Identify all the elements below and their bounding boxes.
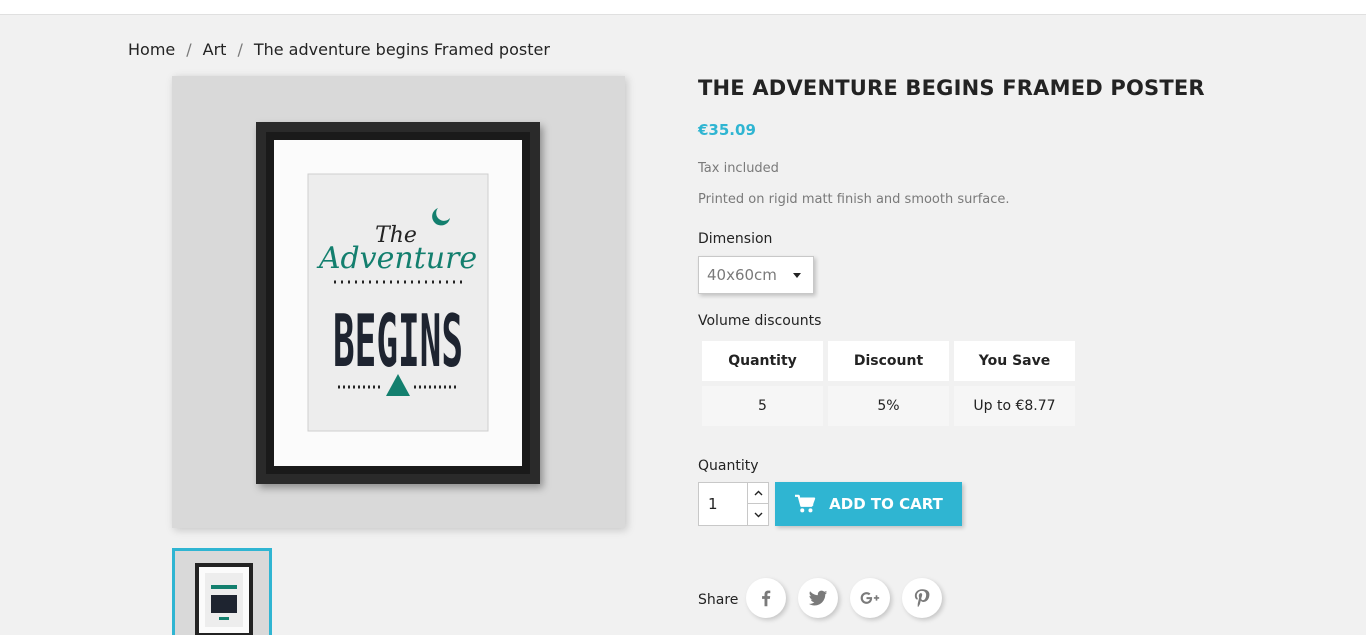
dimension-label: Dimension (698, 231, 773, 247)
share-label: Share (698, 592, 739, 608)
breadcrumb-separator: / (186, 40, 192, 59)
tax-note: Tax included (698, 161, 779, 176)
table-cell-you-save: Up to €8.77 (954, 386, 1075, 426)
table-header-quantity: Quantity (702, 341, 823, 381)
poster-text-begins: BEGINS (333, 299, 463, 383)
table-header-discount: Discount (828, 341, 949, 381)
product-title: THE ADVENTURE BEGINS FRAMED POSTER (698, 76, 1205, 100)
share-facebook-button[interactable] (746, 578, 786, 618)
table-cell-discount: 5% (828, 386, 949, 426)
dimension-selected-value: 40x60cm (707, 266, 777, 284)
share-google-plus-button[interactable] (850, 578, 890, 618)
chevron-down-icon (754, 512, 762, 517)
add-to-cart-label: ADD TO CART (829, 495, 943, 513)
breadcrumb-home[interactable]: Home (128, 40, 175, 59)
chevron-up-icon (754, 490, 762, 496)
add-to-cart-button[interactable]: ADD TO CART (775, 482, 962, 526)
shopping-cart-icon (795, 494, 816, 513)
breadcrumb: Home / Art / The adventure begins Framed… (128, 40, 550, 59)
quantity-decrement-button[interactable] (747, 504, 768, 525)
product-thumbnail[interactable] (172, 548, 272, 635)
share-pinterest-button[interactable] (902, 578, 942, 618)
volume-discounts-table: Quantity Discount You Save 5 5% Up to €8… (702, 341, 1080, 426)
poster-text-adventure: Adventure (316, 241, 477, 276)
breadcrumb-current: The adventure begins Framed poster (253, 40, 550, 59)
quantity-increment-button[interactable] (747, 483, 768, 504)
table-header-row: Quantity Discount You Save (702, 341, 1080, 381)
product-price: €35.09 (698, 121, 756, 139)
table-row: 5 5% Up to €8.77 (702, 386, 1080, 426)
dimension-select[interactable]: 40x60cm (698, 256, 814, 294)
quantity-input[interactable] (699, 483, 747, 525)
twitter-icon (808, 590, 828, 606)
breadcrumb-separator: / (237, 40, 243, 59)
product-description: Printed on rigid matt finish and smooth … (698, 192, 1010, 207)
breadcrumb-art[interactable]: Art (203, 40, 227, 59)
google-plus-icon (860, 592, 880, 604)
poster-thumbnail-image (195, 563, 253, 635)
table-cell-quantity: 5 (702, 386, 823, 426)
framed-poster-image: The Adventure BEGINS (256, 122, 540, 484)
pinterest-icon (914, 589, 930, 608)
facebook-icon (762, 590, 771, 607)
share-twitter-button[interactable] (798, 578, 838, 618)
product-main-image[interactable]: The Adventure BEGINS (172, 76, 625, 528)
caret-down-icon (793, 273, 801, 278)
quantity-stepper (698, 482, 769, 526)
volume-discounts-label: Volume discounts (698, 313, 822, 329)
quantity-label: Quantity (698, 458, 759, 474)
header-bar (0, 0, 1366, 15)
table-header-you-save: You Save (954, 341, 1075, 381)
